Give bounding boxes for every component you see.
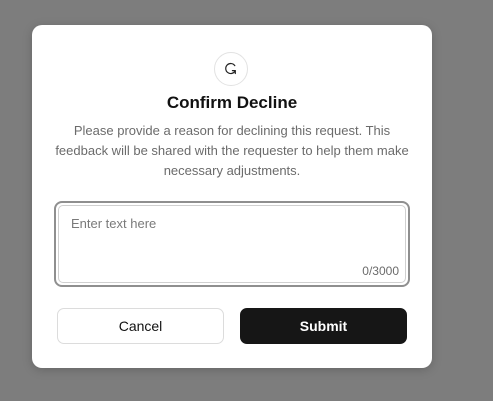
confirm-decline-dialog: Confirm Decline Please provide a reason … xyxy=(32,25,432,368)
reason-input[interactable] xyxy=(59,206,405,282)
reason-input-focus-ring: 0/3000 xyxy=(54,201,410,287)
submit-button[interactable]: Submit xyxy=(240,308,407,344)
dialog-description: Please provide a reason for declining th… xyxy=(55,123,409,178)
character-counter: 0/3000 xyxy=(362,264,399,278)
redo-icon xyxy=(225,62,236,75)
dialog-icon-badge xyxy=(214,52,248,86)
cancel-button[interactable]: Cancel xyxy=(57,308,224,344)
dialog-title: Confirm Decline xyxy=(166,93,298,112)
reason-input-container: 0/3000 xyxy=(58,205,406,283)
